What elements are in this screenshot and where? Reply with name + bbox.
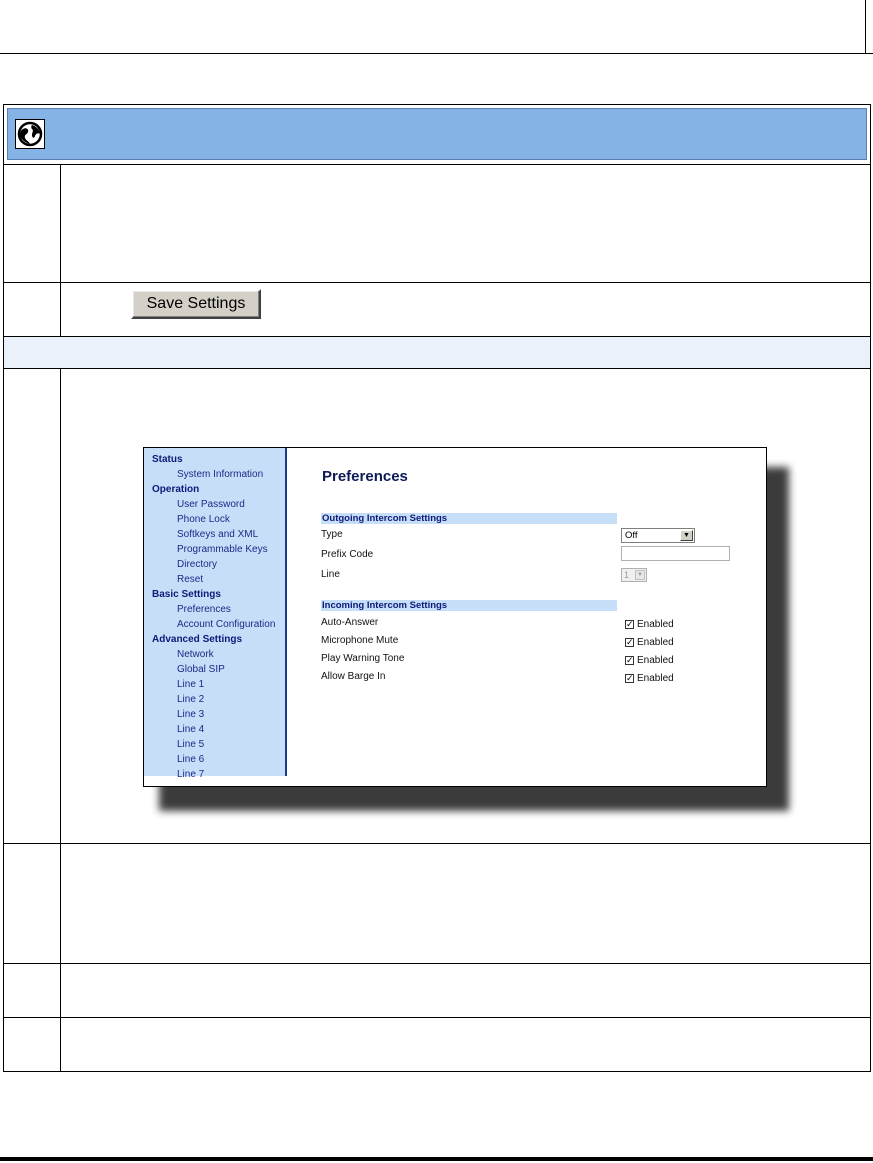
- sidebar-link[interactable]: User Password: [177, 499, 245, 510]
- step-number-cell: [4, 369, 61, 843]
- header-corner-mark: [865, 0, 866, 54]
- sidebar-link[interactable]: Line 1: [177, 679, 204, 690]
- globe-icon: [15, 119, 45, 149]
- incoming-intercom-heading: Incoming Intercom Settings: [321, 600, 617, 611]
- save-settings-button[interactable]: Save Settings: [131, 289, 261, 319]
- step-number-cell: [4, 283, 61, 336]
- enabled-checkbox-label: Enabled: [637, 673, 674, 684]
- incoming-option-label: Microphone Mute: [321, 635, 399, 646]
- page-title: Preferences: [322, 468, 408, 485]
- sidebar-link[interactable]: Phone Lock: [177, 514, 230, 525]
- web-ui-screenshot: Status System Information Operation User Pa…: [143, 447, 767, 787]
- step-row-2: Save Settings: [4, 282, 870, 336]
- sidebar-link[interactable]: Softkeys and XML: [177, 529, 258, 540]
- step-number-cell: [4, 165, 61, 282]
- web-ui-sidebar: Status System Information Operation User Pa…: [144, 448, 287, 780]
- sidebar-link[interactable]: Directory: [177, 559, 217, 570]
- enabled-checkbox[interactable]: ✓: [625, 674, 634, 683]
- sidebar-link[interactable]: Line 3: [177, 709, 204, 720]
- step-row-1: [4, 164, 870, 282]
- dropdown-arrow-icon: ▼: [680, 530, 693, 541]
- step-number-cell: [4, 1018, 61, 1071]
- step-row-6: [4, 1017, 870, 1071]
- footer-rule: [0, 1157, 873, 1161]
- sidebar-link[interactable]: System Information: [177, 469, 263, 480]
- enabled-checkbox-label: Enabled: [637, 655, 674, 666]
- sidebar-link[interactable]: Global SIP: [177, 664, 225, 675]
- enabled-checkbox[interactable]: ✓: [625, 656, 634, 665]
- line-label: Line: [321, 569, 340, 580]
- aastra-web-ui-header: [7, 108, 867, 160]
- enabled-checkbox[interactable]: ✓: [625, 620, 634, 629]
- step-row-3: Status System Information Operation User Pa…: [4, 368, 870, 843]
- sidebar-link[interactable]: Line 4: [177, 724, 204, 735]
- sidebar-link[interactable]: Programmable Keys: [177, 544, 268, 555]
- header-rule: [0, 53, 873, 54]
- outgoing-intercom-heading: Outgoing Intercom Settings: [321, 513, 617, 524]
- prefix-code-label: Prefix Code: [321, 549, 374, 560]
- sidebar-section-heading: Operation: [152, 484, 200, 495]
- type-select-value: Off: [625, 530, 638, 541]
- step-number-cell: [4, 844, 61, 963]
- sidebar-link[interactable]: Line 6: [177, 754, 204, 765]
- sidebar-link[interactable]: Account Configuration: [177, 619, 275, 630]
- enabled-checkbox[interactable]: ✓: [625, 638, 634, 647]
- incoming-option-label: Allow Barge In: [321, 671, 386, 682]
- procedure-table: Save Settings Status System Information Op…: [3, 104, 871, 1072]
- type-select[interactable]: Off ▼: [621, 528, 695, 543]
- dropdown-arrow-icon: ▼: [635, 570, 645, 580]
- type-label: Type: [321, 529, 343, 540]
- subheading-row: [4, 336, 870, 368]
- line-select[interactable]: 1 ▼: [621, 568, 647, 582]
- step-row-4: [4, 843, 870, 963]
- web-ui-main-panel: Preferences Outgoing Intercom Settings T…: [289, 448, 766, 786]
- sidebar-section-heading: Status: [152, 454, 183, 465]
- line-select-value: 1: [624, 570, 630, 580]
- incoming-option-label: Play Warning Tone: [321, 653, 405, 664]
- enabled-checkbox-label: Enabled: [637, 637, 674, 648]
- sidebar-link[interactable]: Line 5: [177, 739, 204, 750]
- step-number-cell: [4, 964, 61, 1017]
- step-row-5: [4, 963, 870, 1017]
- sidebar-link[interactable]: Line 2: [177, 694, 204, 705]
- sidebar-link[interactable]: Reset: [177, 574, 203, 585]
- sidebar-section-heading: Basic Settings: [152, 589, 221, 600]
- sidebar-link[interactable]: Line 7: [177, 769, 204, 780]
- sidebar-link[interactable]: Network: [177, 649, 214, 660]
- incoming-option-label: Auto-Answer: [321, 617, 379, 628]
- sidebar-section-heading: Advanced Settings: [152, 634, 243, 645]
- sidebar-link[interactable]: Preferences: [177, 604, 231, 615]
- prefix-code-input[interactable]: [621, 546, 730, 561]
- enabled-checkbox-label: Enabled: [637, 619, 674, 630]
